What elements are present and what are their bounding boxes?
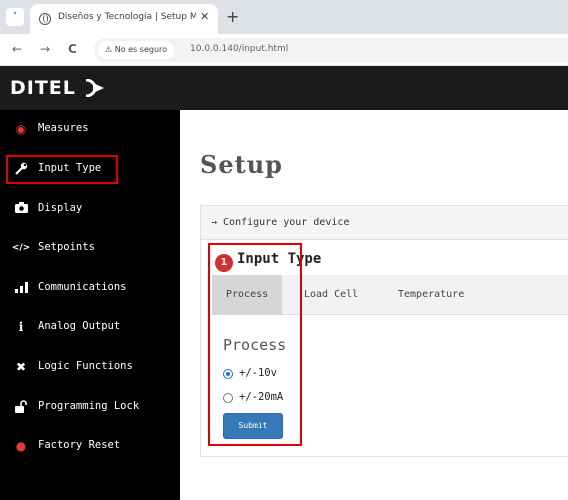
tab-search-button[interactable]: ˅ — [6, 8, 24, 26]
panel-heading-text: → Configure your device — [211, 217, 350, 228]
panel-heading: → Configure your device — [201, 206, 568, 240]
sidebar-item-setpoints[interactable]: </> Setpoints — [0, 231, 180, 265]
tab-title: Diseños y Tecnología | Setup M — [58, 12, 196, 22]
signal-icon — [14, 281, 28, 295]
sidebar-item-label: Factory Reset — [38, 439, 121, 451]
warning-icon: ● — [15, 439, 27, 453]
url-text[interactable]: 10.0.0.140/input.html — [190, 44, 288, 54]
sidebar-item-logic-functions[interactable]: ✖ Logic Functions — [0, 350, 180, 384]
camera-icon — [14, 202, 28, 216]
sidebar-item-label: Setpoints — [38, 241, 95, 253]
sidebar-item-label: Logic Functions — [38, 360, 133, 372]
step-number-badge: 1 — [215, 254, 233, 272]
sidebar-item-label: Programming Lock — [38, 400, 140, 412]
browser-tab[interactable]: Diseños y Tecnología | Setup M ✕ — [30, 4, 218, 34]
logo-mark-icon — [85, 79, 104, 97]
omnibox[interactable]: ⚠ No es seguro 10.0.0.140/input.html — [94, 38, 568, 62]
annotation-highlight-sidebar — [6, 155, 118, 184]
app-header: DITEL — [0, 66, 568, 110]
security-chip[interactable]: ⚠ No es seguro — [98, 41, 175, 59]
annotation-highlight-form — [208, 243, 302, 446]
forward-arrow-icon[interactable]: → — [40, 42, 50, 56]
sidebar-item-communications[interactable]: Communications — [0, 271, 180, 305]
address-bar-row: ← → C ⚠ No es seguro 10.0.0.140/input.ht… — [0, 34, 568, 66]
sidebar-item-factory-reset[interactable]: ● Factory Reset — [0, 429, 180, 463]
code-icon: </> — [11, 243, 31, 253]
tab-temperature[interactable]: Temperature — [398, 275, 464, 315]
new-tab-button[interactable]: + — [226, 7, 239, 26]
sidebar-item-programming-lock[interactable]: Programming Lock — [0, 390, 180, 424]
page-title: Setup — [200, 150, 283, 179]
unlock-icon — [14, 400, 28, 414]
close-icon[interactable]: ✕ — [200, 10, 209, 23]
sidebar-item-measures[interactable]: ◉ Measures — [0, 112, 180, 146]
ditel-logo: DITEL — [10, 77, 76, 99]
back-arrow-icon[interactable]: ← — [12, 42, 22, 56]
tab-load-cell[interactable]: Load Cell — [304, 275, 358, 315]
reload-icon[interactable]: C — [68, 42, 77, 56]
globe-icon — [39, 13, 51, 25]
sidebar-item-display[interactable]: Display — [0, 192, 180, 226]
gauge-icon: ◉ — [15, 122, 27, 136]
sidebar-item-label: Measures — [38, 122, 89, 134]
info-icon: i — [18, 320, 24, 334]
cross-icon: ✖ — [15, 360, 27, 374]
sidebar-item-label: Display — [38, 202, 83, 214]
sidebar-item-label: Analog Output — [38, 320, 121, 332]
browser-tab-strip: ˅ Diseños y Tecnología | Setup M ✕ + — [0, 0, 568, 34]
sidebar-item-label: Communications — [38, 281, 127, 293]
sidebar-item-analog-output[interactable]: i Analog Output — [0, 310, 180, 344]
